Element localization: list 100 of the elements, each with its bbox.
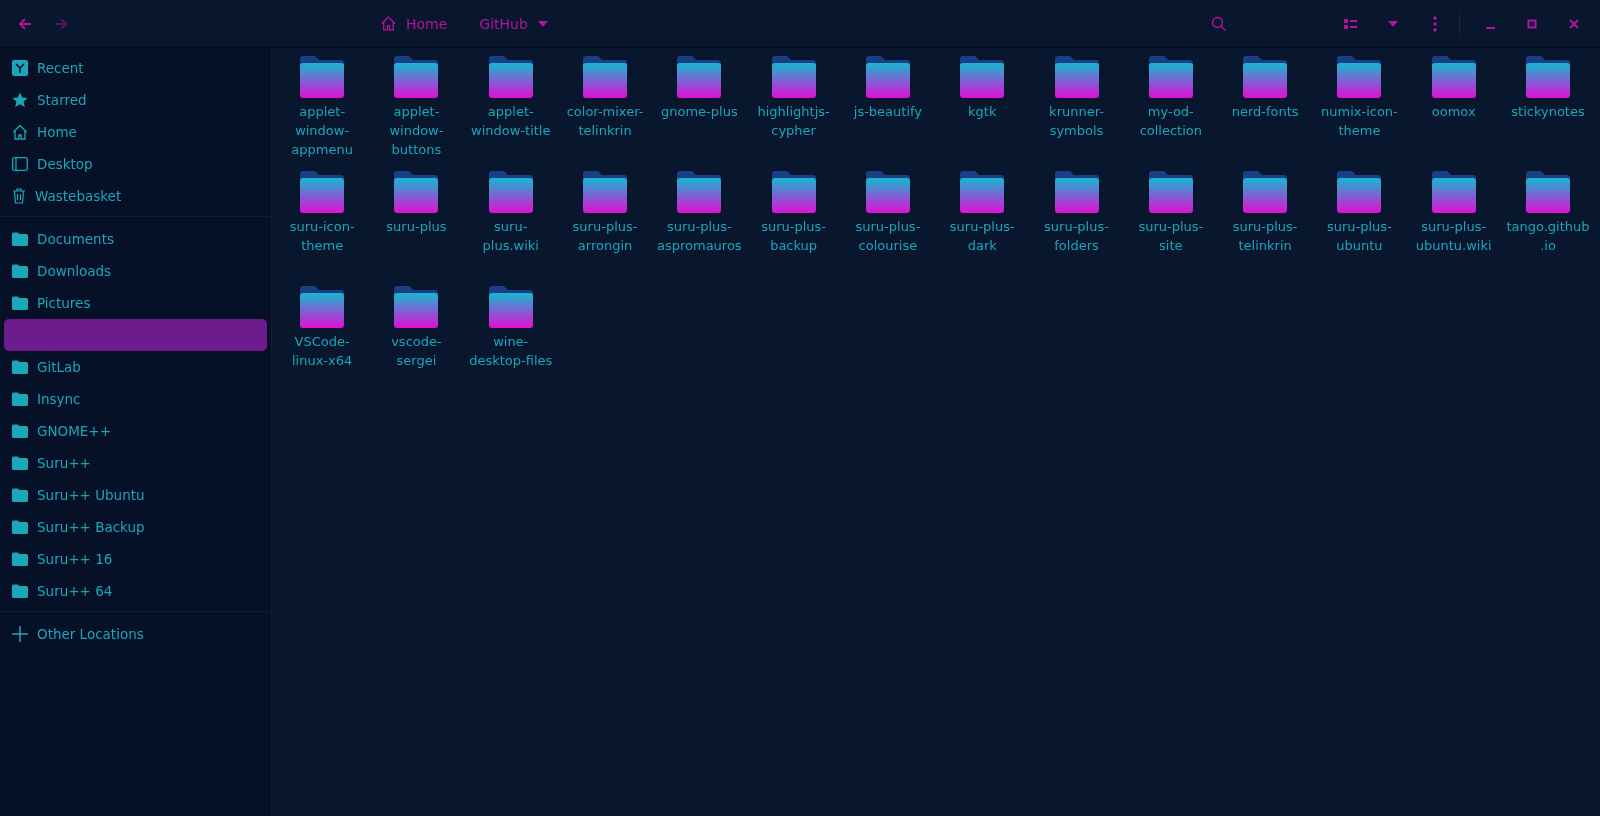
- folder-icon: [12, 360, 28, 374]
- folder-icon: [1337, 56, 1382, 98]
- folder-icon: [960, 171, 1005, 213]
- folder-icon: [12, 296, 28, 310]
- folder-icon: [1148, 171, 1193, 213]
- star-icon: [12, 92, 28, 108]
- sidebar-item[interactable]: Home: [4, 116, 267, 148]
- folder-icon: [12, 424, 28, 438]
- folder-icon: [12, 488, 28, 502]
- folder-item[interactable]: color-mixer-telinkrin: [557, 56, 653, 171]
- sidebar-item[interactable]: Downloads: [4, 255, 267, 287]
- folder-icon: [300, 171, 345, 213]
- folder-icon: [865, 56, 910, 98]
- plus-icon: [12, 626, 28, 642]
- folder-item[interactable]: suru-icon-theme: [275, 171, 370, 286]
- folder-item[interactable]: wine-desktop-files: [463, 286, 558, 401]
- sidebar-item[interactable]: Pictures: [4, 287, 267, 319]
- folder-item[interactable]: suru-plus.wiki: [463, 171, 558, 286]
- kebab-menu-icon: [1433, 15, 1437, 32]
- folder-icon: [1431, 56, 1476, 98]
- folder-icon: [1431, 171, 1476, 213]
- folder-item[interactable]: applet-window-title: [463, 56, 558, 171]
- folder-icon: [394, 286, 439, 328]
- folder-item[interactable]: gnome-plus: [652, 56, 747, 171]
- folder-icon: [771, 56, 816, 98]
- caret-icon: [536, 19, 549, 28]
- folder-item[interactable]: suru-plus-backup: [746, 171, 841, 286]
- folder-item[interactable]: js-beautify: [840, 56, 936, 171]
- folder-item[interactable]: vscode-sergei: [369, 286, 464, 401]
- folder-item[interactable]: VSCode-linux-x64: [275, 286, 370, 401]
- folder-item[interactable]: nerd-fonts: [1217, 56, 1313, 171]
- desktop-icon: [12, 157, 28, 171]
- search-icon: [1211, 15, 1227, 32]
- sidebar-item[interactable]: Documents: [4, 223, 267, 255]
- folder-item[interactable]: my-od-collection: [1123, 56, 1218, 171]
- folder-icon: [1337, 171, 1382, 213]
- folder-icon: [12, 584, 28, 598]
- folder-item[interactable]: suru-plus-folders: [1029, 171, 1124, 286]
- sidebar-item[interactable]: Suru++ Backup: [4, 511, 267, 543]
- folder-icon: [12, 520, 28, 534]
- folder-icon: [300, 56, 345, 98]
- folder-item[interactable]: krunner-symbols: [1029, 56, 1124, 171]
- folder-icon: [583, 56, 628, 98]
- folder-icon: [1054, 171, 1099, 213]
- folder-item[interactable]: numix-icon-theme: [1312, 56, 1407, 171]
- folder-item[interactable]: suru-plus-site: [1123, 171, 1218, 286]
- folder-icon: [394, 171, 439, 213]
- sidebar-item[interactable]: GitLab: [4, 351, 267, 383]
- folder-icon: [12, 392, 28, 406]
- sidebar-item[interactable]: GNOME++: [4, 415, 267, 447]
- sidebar-item[interactable]: Other Locations: [4, 618, 267, 650]
- sidebar-item[interactable]: Wastebasket: [4, 180, 267, 212]
- sidebar-item[interactable]: Suru++ 16: [4, 543, 267, 575]
- folder-item[interactable]: suru-plus: [369, 171, 464, 286]
- folder-item[interactable]: stickynotes: [1500, 56, 1596, 171]
- folder-item[interactable]: suru-plus-ubuntu: [1312, 171, 1407, 286]
- folder-icon: [1243, 56, 1288, 98]
- folder-icon: [394, 56, 439, 98]
- folder-item[interactable]: suru-plus-ubuntu.wiki: [1406, 171, 1501, 286]
- sidebar-item[interactable]: Suru++: [4, 447, 267, 479]
- folder-icon: [488, 171, 533, 213]
- back-arrow-icon: [17, 15, 33, 32]
- home-icon: [12, 124, 28, 140]
- folder-icon: [1526, 171, 1570, 213]
- folder-icon: [1243, 171, 1288, 213]
- sidebar-item[interactable]: Insync: [4, 383, 267, 415]
- folder-icon: [960, 56, 1005, 98]
- folder-icon: [12, 456, 28, 470]
- sidebar-item[interactable]: Suru++ 64: [4, 575, 267, 607]
- folder-icon: [12, 264, 28, 278]
- minimize-icon: [1485, 26, 1495, 29]
- folder-item[interactable]: suru-plus-telinkrin: [1217, 171, 1313, 286]
- folder-item[interactable]: oomox: [1406, 56, 1501, 171]
- folder-icon: [488, 56, 533, 98]
- folder-item[interactable]: applet-window-buttons: [369, 56, 464, 171]
- folder-item[interactable]: highlightjs-cypher: [746, 56, 841, 171]
- folder-icon: [677, 171, 722, 213]
- folder-icon: [1526, 56, 1570, 98]
- folder-item[interactable]: suru-plus-aspromauros: [652, 171, 747, 286]
- folder-icon: [488, 286, 533, 328]
- folder-item[interactable]: applet-window-appmenu: [275, 56, 370, 171]
- folder-icon: [865, 171, 910, 213]
- folder-icon: [677, 56, 722, 98]
- folder-icon: [771, 171, 816, 213]
- sidebar-item[interactable]: Suru++ Ubuntu: [4, 479, 267, 511]
- folder-item[interactable]: suru-plus-arrongin: [557, 171, 653, 286]
- caret-icon: [1387, 19, 1399, 28]
- folder-item[interactable]: suru-plus-colourise: [840, 171, 936, 286]
- folder-icon: [583, 171, 628, 213]
- sidebar-item[interactable]: Desktop: [4, 148, 267, 180]
- folder-item[interactable]: suru-plus-dark: [935, 171, 1030, 286]
- folder-item[interactable]: tango.github.io: [1500, 171, 1596, 286]
- folder-icon: [1054, 56, 1099, 98]
- folder-icon: [300, 286, 345, 328]
- forward-arrow-icon: [53, 15, 69, 32]
- folder-icon: [12, 552, 28, 566]
- folder-item[interactable]: kgtk: [935, 56, 1030, 171]
- sidebar-item[interactable]: Recent: [4, 52, 267, 84]
- sidebar-item[interactable]: Starred: [4, 84, 267, 116]
- maximize-icon: [1527, 18, 1537, 29]
